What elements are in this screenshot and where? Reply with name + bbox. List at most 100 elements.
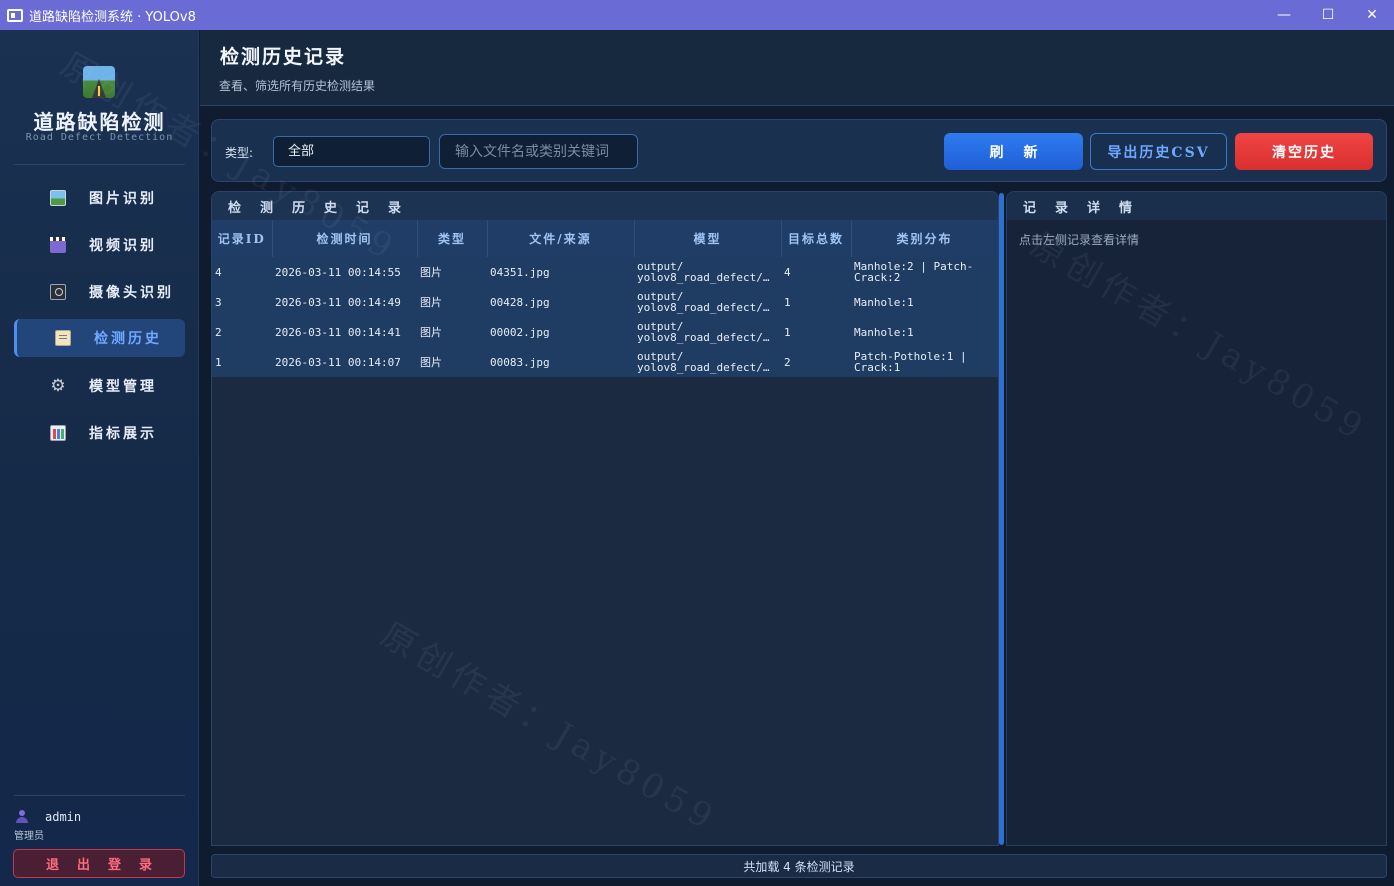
sidebar-item-metrics[interactable]: 指标展示: [14, 414, 185, 452]
sidebar-item-label: 检测历史: [94, 331, 162, 347]
cell-count: 1: [781, 287, 851, 317]
road-logo-icon: [83, 66, 115, 98]
panel-splitter[interactable]: [999, 193, 1004, 845]
record-detail-panel: 记录详情 点击左侧记录查看详情: [1006, 191, 1387, 846]
cell-time: 2026-03-11 00:14:07: [272, 347, 417, 377]
cell-time: 2026-03-11 00:14:49: [272, 287, 417, 317]
sidebar-item-model-manage[interactable]: ⚙ 模型管理: [14, 367, 185, 405]
table-row[interactable]: 4 2026-03-11 00:14:55 图片 04351.jpg outpu…: [212, 257, 998, 287]
detail-panel-title: 记录详情: [1007, 192, 1386, 220]
table-row[interactable]: 1 2026-03-11 00:14:07 图片 00083.jpg outpu…: [212, 347, 998, 377]
table-row[interactable]: 2 2026-03-11 00:14:41 图片 00002.jpg outpu…: [212, 317, 998, 347]
column-header-id[interactable]: 记录ID: [212, 220, 273, 257]
type-filter-select[interactable]: 全部: [273, 136, 430, 167]
cell-type: 图片: [417, 347, 487, 377]
cell-dist-wrap: Manhole:1: [851, 287, 998, 317]
clear-history-button[interactable]: 清空历史: [1235, 133, 1373, 170]
refresh-button[interactable]: 刷新: [944, 133, 1083, 170]
page-header: 检测历史记录 查看、筛选所有历史检测结果: [200, 30, 1394, 106]
sidebar-item-label: 摄像头识别: [89, 285, 174, 301]
cell-distribution: Manhole:1: [854, 295, 914, 309]
app-icon: [7, 8, 23, 22]
cell-type: 图片: [417, 287, 487, 317]
window-controls: — ☐ ✕: [1262, 0, 1394, 30]
cell-file: 00002.jpg: [487, 317, 634, 347]
cell-id: 2: [212, 317, 272, 347]
gear-icon: ⚙: [50, 376, 66, 396]
page-subtitle: 查看、筛选所有历史检测结果: [219, 79, 376, 93]
history-table-panel: 检测历史记录 记录ID 检测时间 类型 文件/来源 模型 目标总数 类别分布 4…: [211, 191, 999, 846]
history-panel-title: 检测历史记录: [212, 192, 998, 220]
sidebar-item-video-detect[interactable]: 视频识别: [14, 226, 185, 264]
sidebar-item-label: 模型管理: [89, 379, 157, 395]
user-role: 管理员: [14, 831, 44, 842]
window-title: 道路缺陷检测系统 · YOLOv8: [29, 9, 196, 25]
cell-file: 00083.jpg: [487, 347, 634, 377]
sidebar-item-label: 图片识别: [89, 191, 157, 207]
table-row[interactable]: 3 2026-03-11 00:14:49 图片 00428.jpg outpu…: [212, 287, 998, 317]
status-bar: 共加载 4 条检测记录: [211, 854, 1387, 878]
detail-hint: 点击左侧记录查看详情: [1019, 233, 1140, 247]
column-header-file[interactable]: 文件/来源: [487, 220, 635, 257]
minimize-icon[interactable]: —: [1262, 0, 1306, 30]
camera-icon: [50, 284, 66, 300]
cell-count: 4: [781, 257, 851, 287]
window-titlebar: 道路缺陷检测系统 · YOLOv8 — ☐ ✕: [0, 0, 1394, 30]
cell-file: 04351.jpg: [487, 257, 634, 287]
sidebar-item-image-detect[interactable]: 图片识别: [14, 179, 185, 217]
chart-icon: [50, 425, 66, 441]
cell-model: output/ yolov8_road_defect/…: [637, 350, 770, 374]
sidebar-item-label: 指标展示: [89, 426, 157, 442]
column-header-count[interactable]: 目标总数: [781, 220, 852, 257]
cell-id: 4: [212, 257, 272, 287]
export-csv-button[interactable]: 导出历史CSV: [1090, 133, 1227, 170]
cell-dist-wrap: Manhole:2 | Patch- Crack:2: [851, 257, 998, 287]
image-icon: [50, 190, 66, 206]
cell-id: 3: [212, 287, 272, 317]
close-icon[interactable]: ✕: [1350, 0, 1394, 30]
sidebar-divider: [14, 164, 185, 165]
user-info: admin: [14, 810, 81, 824]
maximize-icon[interactable]: ☐: [1306, 0, 1350, 30]
filter-bar: 类型: 全部 刷新 导出历史CSV 清空历史: [211, 119, 1387, 182]
cell-model-wrap: output/ yolov8_road_defect/…: [634, 347, 781, 377]
clipboard-icon: [55, 330, 71, 346]
cell-time: 2026-03-11 00:14:41: [272, 317, 417, 347]
logout-button[interactable]: 退出登录: [13, 849, 185, 878]
brand-title: 道路缺陷检测: [33, 110, 166, 134]
cell-id: 1: [212, 347, 272, 377]
cell-distribution: Manhole:1: [854, 325, 914, 339]
cell-distribution: Manhole:2 | Patch- Crack:2: [854, 260, 974, 284]
column-header-distribution[interactable]: 类别分布: [851, 220, 998, 257]
cell-type: 图片: [417, 317, 487, 347]
video-icon: [50, 237, 66, 253]
column-header-model[interactable]: 模型: [634, 220, 782, 257]
cell-dist-wrap: Manhole:1: [851, 317, 998, 347]
sidebar-item-history[interactable]: 检测历史: [14, 319, 185, 357]
username: admin: [45, 810, 82, 824]
cell-model-wrap: output/ yolov8_road_defect/…: [634, 257, 781, 287]
user-icon: [16, 810, 28, 824]
search-input[interactable]: [439, 134, 638, 169]
sidebar-item-camera-detect[interactable]: 摄像头识别: [14, 273, 185, 311]
column-header-type[interactable]: 类型: [417, 220, 488, 257]
cell-dist-wrap: Patch-Pothole:1 | Crack:1: [851, 347, 998, 377]
cell-model: output/ yolov8_road_defect/…: [637, 260, 770, 284]
brand-subtitle: Road Defect Detection: [25, 132, 174, 143]
cell-model: output/ yolov8_road_defect/…: [637, 320, 770, 344]
cell-type: 图片: [417, 257, 487, 287]
cell-file: 00428.jpg: [487, 287, 634, 317]
cell-count: 1: [781, 317, 851, 347]
type-filter-label: 类型:: [225, 146, 254, 160]
cell-count: 2: [781, 347, 851, 377]
sidebar: 道路缺陷检测 Road Defect Detection 图片识别 视频识别 摄…: [0, 30, 199, 886]
page-title: 检测历史记录: [220, 46, 347, 68]
cell-time: 2026-03-11 00:14:55: [272, 257, 417, 287]
cell-model-wrap: output/ yolov8_road_defect/…: [634, 317, 781, 347]
cell-model: output/ yolov8_road_defect/…: [637, 290, 770, 314]
cell-distribution: Patch-Pothole:1 | Crack:1: [854, 350, 967, 374]
column-header-time[interactable]: 检测时间: [272, 220, 418, 257]
table-header-row: 记录ID 检测时间 类型 文件/来源 模型 目标总数 类别分布: [212, 220, 998, 257]
history-table: 记录ID 检测时间 类型 文件/来源 模型 目标总数 类别分布 4 2026-0…: [212, 220, 998, 377]
sidebar-divider: [14, 795, 185, 796]
